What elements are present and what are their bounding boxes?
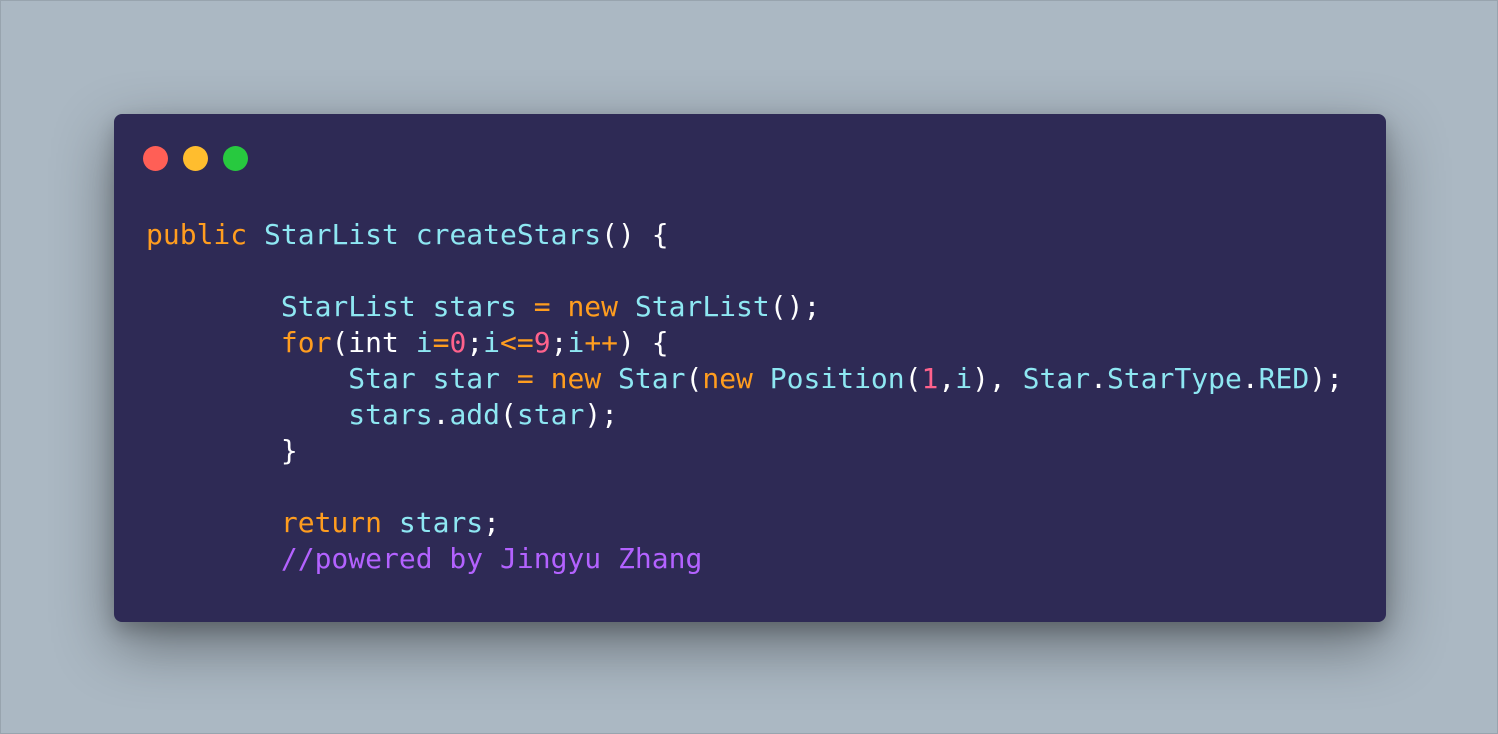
code-token: for [280, 326, 332, 359]
code-line: } [146, 433, 1343, 469]
code-token: star [432, 362, 501, 395]
code-token: ); [1309, 362, 1343, 395]
code-token: stars [398, 506, 484, 539]
code-token: Star [618, 362, 686, 395]
code-line: for(int i=0;i<=9;i++) { [146, 325, 1343, 361]
code-token: ) { [618, 326, 669, 359]
code-token: stars [432, 290, 517, 323]
code-token: (int [331, 326, 416, 359]
code-token: Star [348, 362, 416, 395]
code-token: Position [769, 362, 905, 395]
code-window: public StarList createStars() { StarList… [114, 114, 1386, 622]
code-token: . [432, 398, 450, 431]
code-token: . [1090, 362, 1107, 395]
code-token: , [938, 362, 956, 395]
code-token: createStars [415, 218, 602, 251]
code-token: <= [500, 326, 534, 359]
code-token: 9 [533, 326, 551, 359]
close-dot-icon [143, 146, 168, 171]
code-line: //powered by Jingyu Zhang [146, 541, 1343, 577]
code-token: new [550, 362, 602, 395]
code-token: ( [904, 362, 922, 395]
code-token: new [702, 362, 753, 395]
page-background: public StarList createStars() { StarList… [0, 0, 1498, 734]
code-token: ), [972, 362, 1023, 395]
code-line: public StarList createStars() { [146, 217, 1343, 253]
code-token: () { [601, 218, 669, 251]
code-token: public [146, 218, 248, 251]
code-line: return stars; [146, 505, 1343, 541]
code-token: (); [769, 290, 821, 323]
maximize-dot-icon [223, 146, 248, 171]
code-token: } [146, 434, 298, 467]
code-token: StarType [1106, 362, 1242, 395]
code-token: //powered by Jingyu Zhang [280, 542, 703, 575]
code-token: star [516, 398, 585, 431]
code-token: i [955, 362, 973, 395]
code-token: ; [483, 506, 501, 539]
code-token: StarList [634, 290, 770, 323]
code-token: Star [1022, 362, 1091, 395]
code-token: 1 [921, 362, 939, 395]
code-token: RED [1258, 362, 1310, 395]
code-block: public StarList createStars() { StarList… [146, 217, 1343, 577]
code-token: ( [500, 398, 517, 431]
code-token: i [415, 326, 433, 359]
code-token: i [567, 326, 585, 359]
code-token: new [567, 290, 619, 323]
code-token: = [432, 326, 450, 359]
code-token: i [483, 326, 501, 359]
code-token: = [533, 290, 551, 323]
code-token: . [1241, 362, 1259, 395]
code-token: ; [550, 326, 568, 359]
code-token: return [280, 506, 383, 539]
code-token: ); [584, 398, 619, 431]
code-token: ++ [584, 326, 619, 359]
code-token: ; [466, 326, 484, 359]
code-token: add [449, 398, 501, 431]
code-token: ( [685, 362, 703, 395]
code-line: stars.add(star); [146, 397, 1343, 433]
minimize-dot-icon [183, 146, 208, 171]
code-token: = [516, 362, 534, 395]
code-line: Star star = new Star(new Position(1,i), … [146, 361, 1343, 397]
code-token: StarList [280, 290, 416, 323]
code-token: stars [348, 398, 433, 431]
code-token: StarList [264, 218, 399, 251]
code-line: StarList stars = new StarList(); [146, 289, 1343, 325]
code-token: 0 [449, 326, 467, 359]
